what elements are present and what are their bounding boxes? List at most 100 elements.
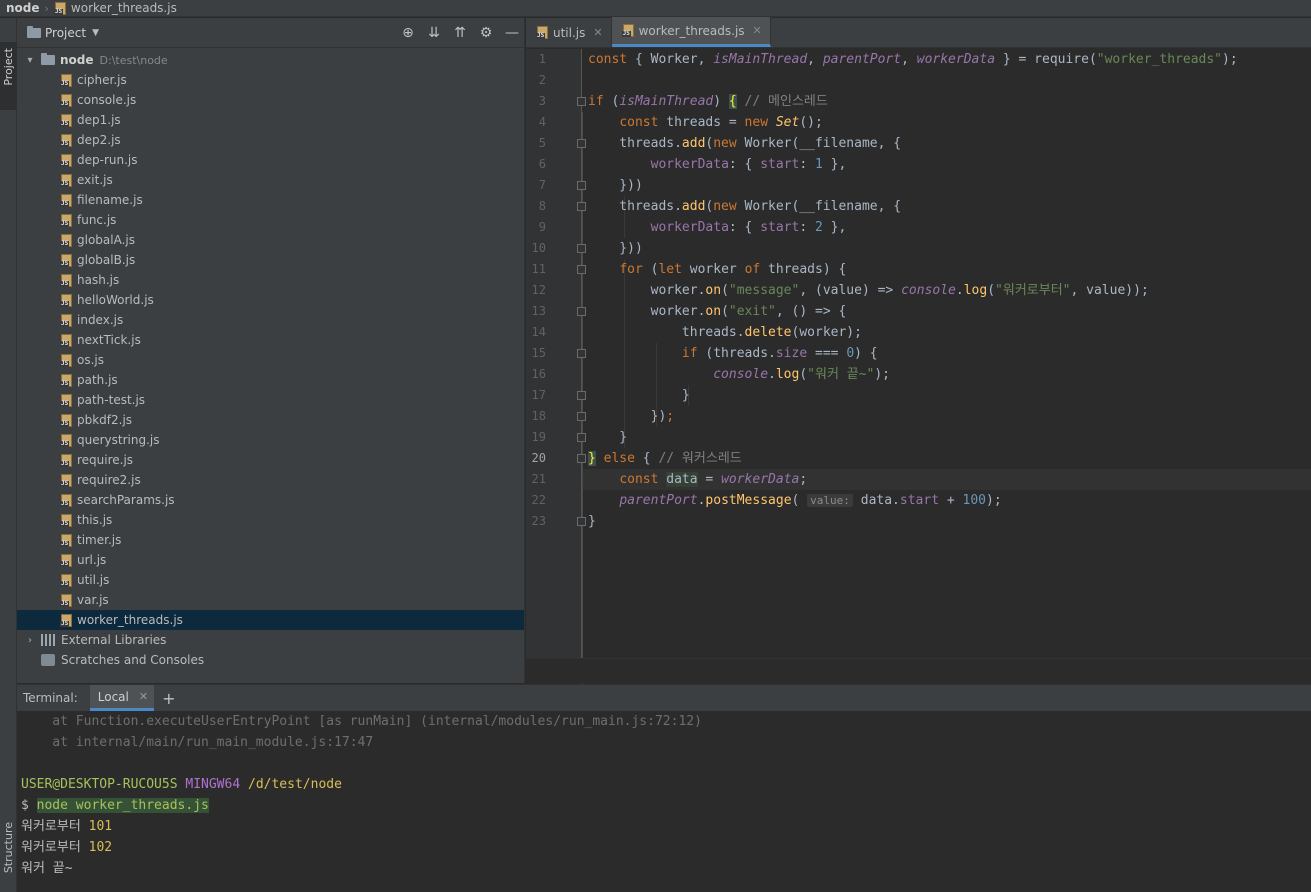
tree-file-item[interactable]: JS this.js [17, 510, 524, 530]
tree-scratches[interactable]: Scratches and Consoles [17, 650, 524, 670]
code-line-9: workerData: { start: 2 }, [650, 220, 847, 235]
terminal-tab-local[interactable]: Local ✕ [89, 685, 155, 711]
locate-icon[interactable]: ⊕ [400, 25, 416, 41]
tree-file-label: pbkdf2.js [77, 413, 133, 427]
tree-root-node[interactable]: ▾ node D:\test\node [17, 50, 524, 70]
structure-tool-button[interactable]: Structure [0, 818, 17, 888]
tab-worker-threads-js[interactable]: JS worker_threads.js ✕ [611, 17, 771, 47]
fold-marker[interactable] [577, 202, 586, 211]
breadcrumb-separator: › [44, 1, 49, 15]
code-line-23: } [588, 514, 596, 529]
tree-file-label: require2.js [77, 473, 141, 487]
tree-file-item[interactable]: JS helloWorld.js [17, 290, 524, 310]
js-file-icon: JS [60, 453, 73, 467]
new-terminal-button[interactable]: + [162, 689, 175, 708]
fold-marker[interactable] [577, 412, 586, 421]
chevron-down-icon[interactable]: ▾ [23, 55, 37, 66]
tree-file-item[interactable]: JS globalB.js [17, 250, 524, 270]
tree-file-item[interactable]: JS exit.js [17, 170, 524, 190]
js-file-icon: JS [60, 413, 73, 427]
code-line-15: if (threads.size === 0) { [681, 346, 878, 361]
fold-marker[interactable] [577, 454, 586, 463]
js-file-icon: JS [60, 293, 73, 307]
terminal-command: node worker_threads.js [36, 798, 209, 813]
code-line-13: worker.on("exit", () => { [588, 304, 847, 319]
project-tool-label: Project [2, 48, 15, 86]
horizontal-scrollbar[interactable] [526, 658, 1311, 683]
tree-file-item[interactable]: JS worker_threads.js [17, 610, 524, 630]
fold-marker[interactable] [577, 244, 586, 253]
tree-file-item[interactable]: JS timer.js [17, 530, 524, 550]
tree-file-item[interactable]: JS require2.js [17, 470, 524, 490]
tree-file-label: timer.js [77, 533, 122, 547]
tree-file-item[interactable]: JS searchParams.js [17, 490, 524, 510]
tree-file-item[interactable]: JS globalA.js [17, 230, 524, 250]
tree-file-item[interactable]: JS nextTick.js [17, 330, 524, 350]
tree-file-item[interactable]: JS console.js [17, 90, 524, 110]
fold-marker[interactable] [577, 139, 586, 148]
js-file-icon: JS [60, 493, 73, 507]
close-icon[interactable]: ✕ [753, 24, 762, 37]
tree-file-item[interactable]: JS hash.js [17, 270, 524, 290]
expand-all-icon[interactable]: ⇊ [426, 25, 442, 41]
code-line-14: threads.delete(worker); [588, 325, 862, 340]
line-number: 9 [538, 220, 546, 234]
project-tool-button[interactable]: Project [0, 42, 17, 110]
tree-external-libraries[interactable]: › External Libraries [17, 630, 524, 650]
tree-file-item[interactable]: JS path.js [17, 370, 524, 390]
tree-file-item[interactable]: JS dep-run.js [17, 150, 524, 170]
fold-marker[interactable] [577, 307, 586, 316]
code-line-21: const data = workerData; [619, 472, 808, 487]
terminal-output[interactable]: at Function.executeUserEntryPoint [as ru… [17, 711, 1311, 879]
tree-file-label: worker_threads.js [77, 613, 183, 627]
project-panel: Project ▼ ⊕ ⇊ ⇈ ⚙ — ▾ node D:\test\node … [17, 18, 525, 683]
js-file-icon: JS [621, 24, 635, 37]
collapse-all-icon[interactable]: ⇈ [452, 25, 468, 41]
tree-file-item[interactable]: JS dep1.js [17, 110, 524, 130]
tree-file-item[interactable]: JS util.js [17, 570, 524, 590]
tree-file-item[interactable]: JS pbkdf2.js [17, 410, 524, 430]
hide-icon[interactable]: — [504, 25, 520, 41]
breadcrumb-root[interactable]: node [6, 1, 40, 15]
js-file-icon: JS [60, 593, 73, 607]
js-file-icon: JS [536, 26, 549, 39]
close-icon[interactable]: ✕ [593, 26, 602, 39]
tab-label: worker_threads.js [638, 23, 745, 38]
gear-icon[interactable]: ⚙ [478, 25, 494, 41]
terminal-line: 워커 끝~ [21, 861, 73, 876]
close-icon[interactable]: ✕ [139, 690, 148, 703]
left-tool-stripe: Project Structure [0, 18, 17, 892]
fold-marker[interactable] [577, 265, 586, 274]
js-file-icon: JS [60, 113, 73, 127]
fold-marker[interactable] [577, 391, 586, 400]
tree-file-item[interactable]: JS url.js [17, 550, 524, 570]
fold-marker[interactable] [577, 517, 586, 526]
chevron-down-icon[interactable]: ▼ [92, 28, 99, 38]
project-tree: ▾ node D:\test\node JS cipher.js JS console… [17, 48, 524, 670]
tree-file-item[interactable]: JS cipher.js [17, 70, 524, 90]
fold-marker[interactable] [577, 97, 586, 106]
fold-marker[interactable] [577, 181, 586, 190]
tree-file-item[interactable]: JS querystring.js [17, 430, 524, 450]
code-line-6: workerData: { start: 1 }, [650, 157, 847, 172]
tree-file-item[interactable]: JS os.js [17, 350, 524, 370]
tree-file-label: func.js [77, 213, 117, 227]
tree-file-item[interactable]: JS dep2.js [17, 130, 524, 150]
line-number: 5 [538, 136, 546, 150]
tree-file-item[interactable]: JS require.js [17, 450, 524, 470]
tree-file-item[interactable]: JS filename.js [17, 190, 524, 210]
line-number: 17 [531, 388, 546, 402]
tree-file-item[interactable]: JS path-test.js [17, 390, 524, 410]
code-editor[interactable]: 1 2 3 4 5 6 7 8 9 10 11 12 13 14 15 16 17 18 19 20 21 22 23 co… [526, 49, 1311, 742]
tree-file-item[interactable]: JS func.js [17, 210, 524, 230]
tree-file-item[interactable]: JS var.js [17, 590, 524, 610]
tree-file-item[interactable]: JS index.js [17, 310, 524, 330]
fold-marker[interactable] [577, 349, 586, 358]
terminal-line: at Function.executeUserEntryPoint [as ru… [21, 714, 702, 729]
fold-marker[interactable] [577, 433, 586, 442]
tab-util-js[interactable]: JS util.js ✕ [526, 18, 612, 47]
chevron-right-icon[interactable]: › [23, 635, 37, 646]
breadcrumb-file[interactable]: worker_threads.js [71, 1, 177, 15]
project-view-title[interactable]: Project [45, 26, 86, 40]
